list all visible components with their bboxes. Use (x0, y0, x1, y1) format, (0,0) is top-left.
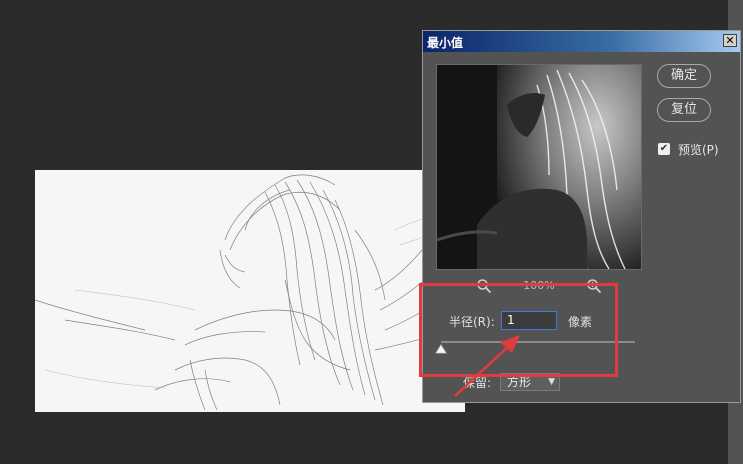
ok-button[interactable]: 确定 (657, 64, 711, 88)
reset-button[interactable]: 复位 (657, 98, 711, 122)
close-icon[interactable]: ✕ (723, 34, 737, 47)
document-canvas (35, 170, 465, 412)
checkbox-check-icon[interactable]: ✔ (658, 143, 670, 155)
dialog-titlebar[interactable]: 最小值 ✕ (423, 31, 740, 52)
preserve-select-value: 方形 (507, 375, 532, 389)
preview-checkbox-row[interactable]: ✔ 预览(P) (658, 141, 719, 157)
filter-preview[interactable] (436, 64, 642, 270)
preview-checkbox-label: 预览(P) (678, 142, 719, 157)
sketch-image (35, 174, 465, 411)
annotation-highlight-box (419, 283, 618, 377)
dialog-title: 最小值 (427, 36, 464, 50)
preview-image (437, 65, 641, 269)
